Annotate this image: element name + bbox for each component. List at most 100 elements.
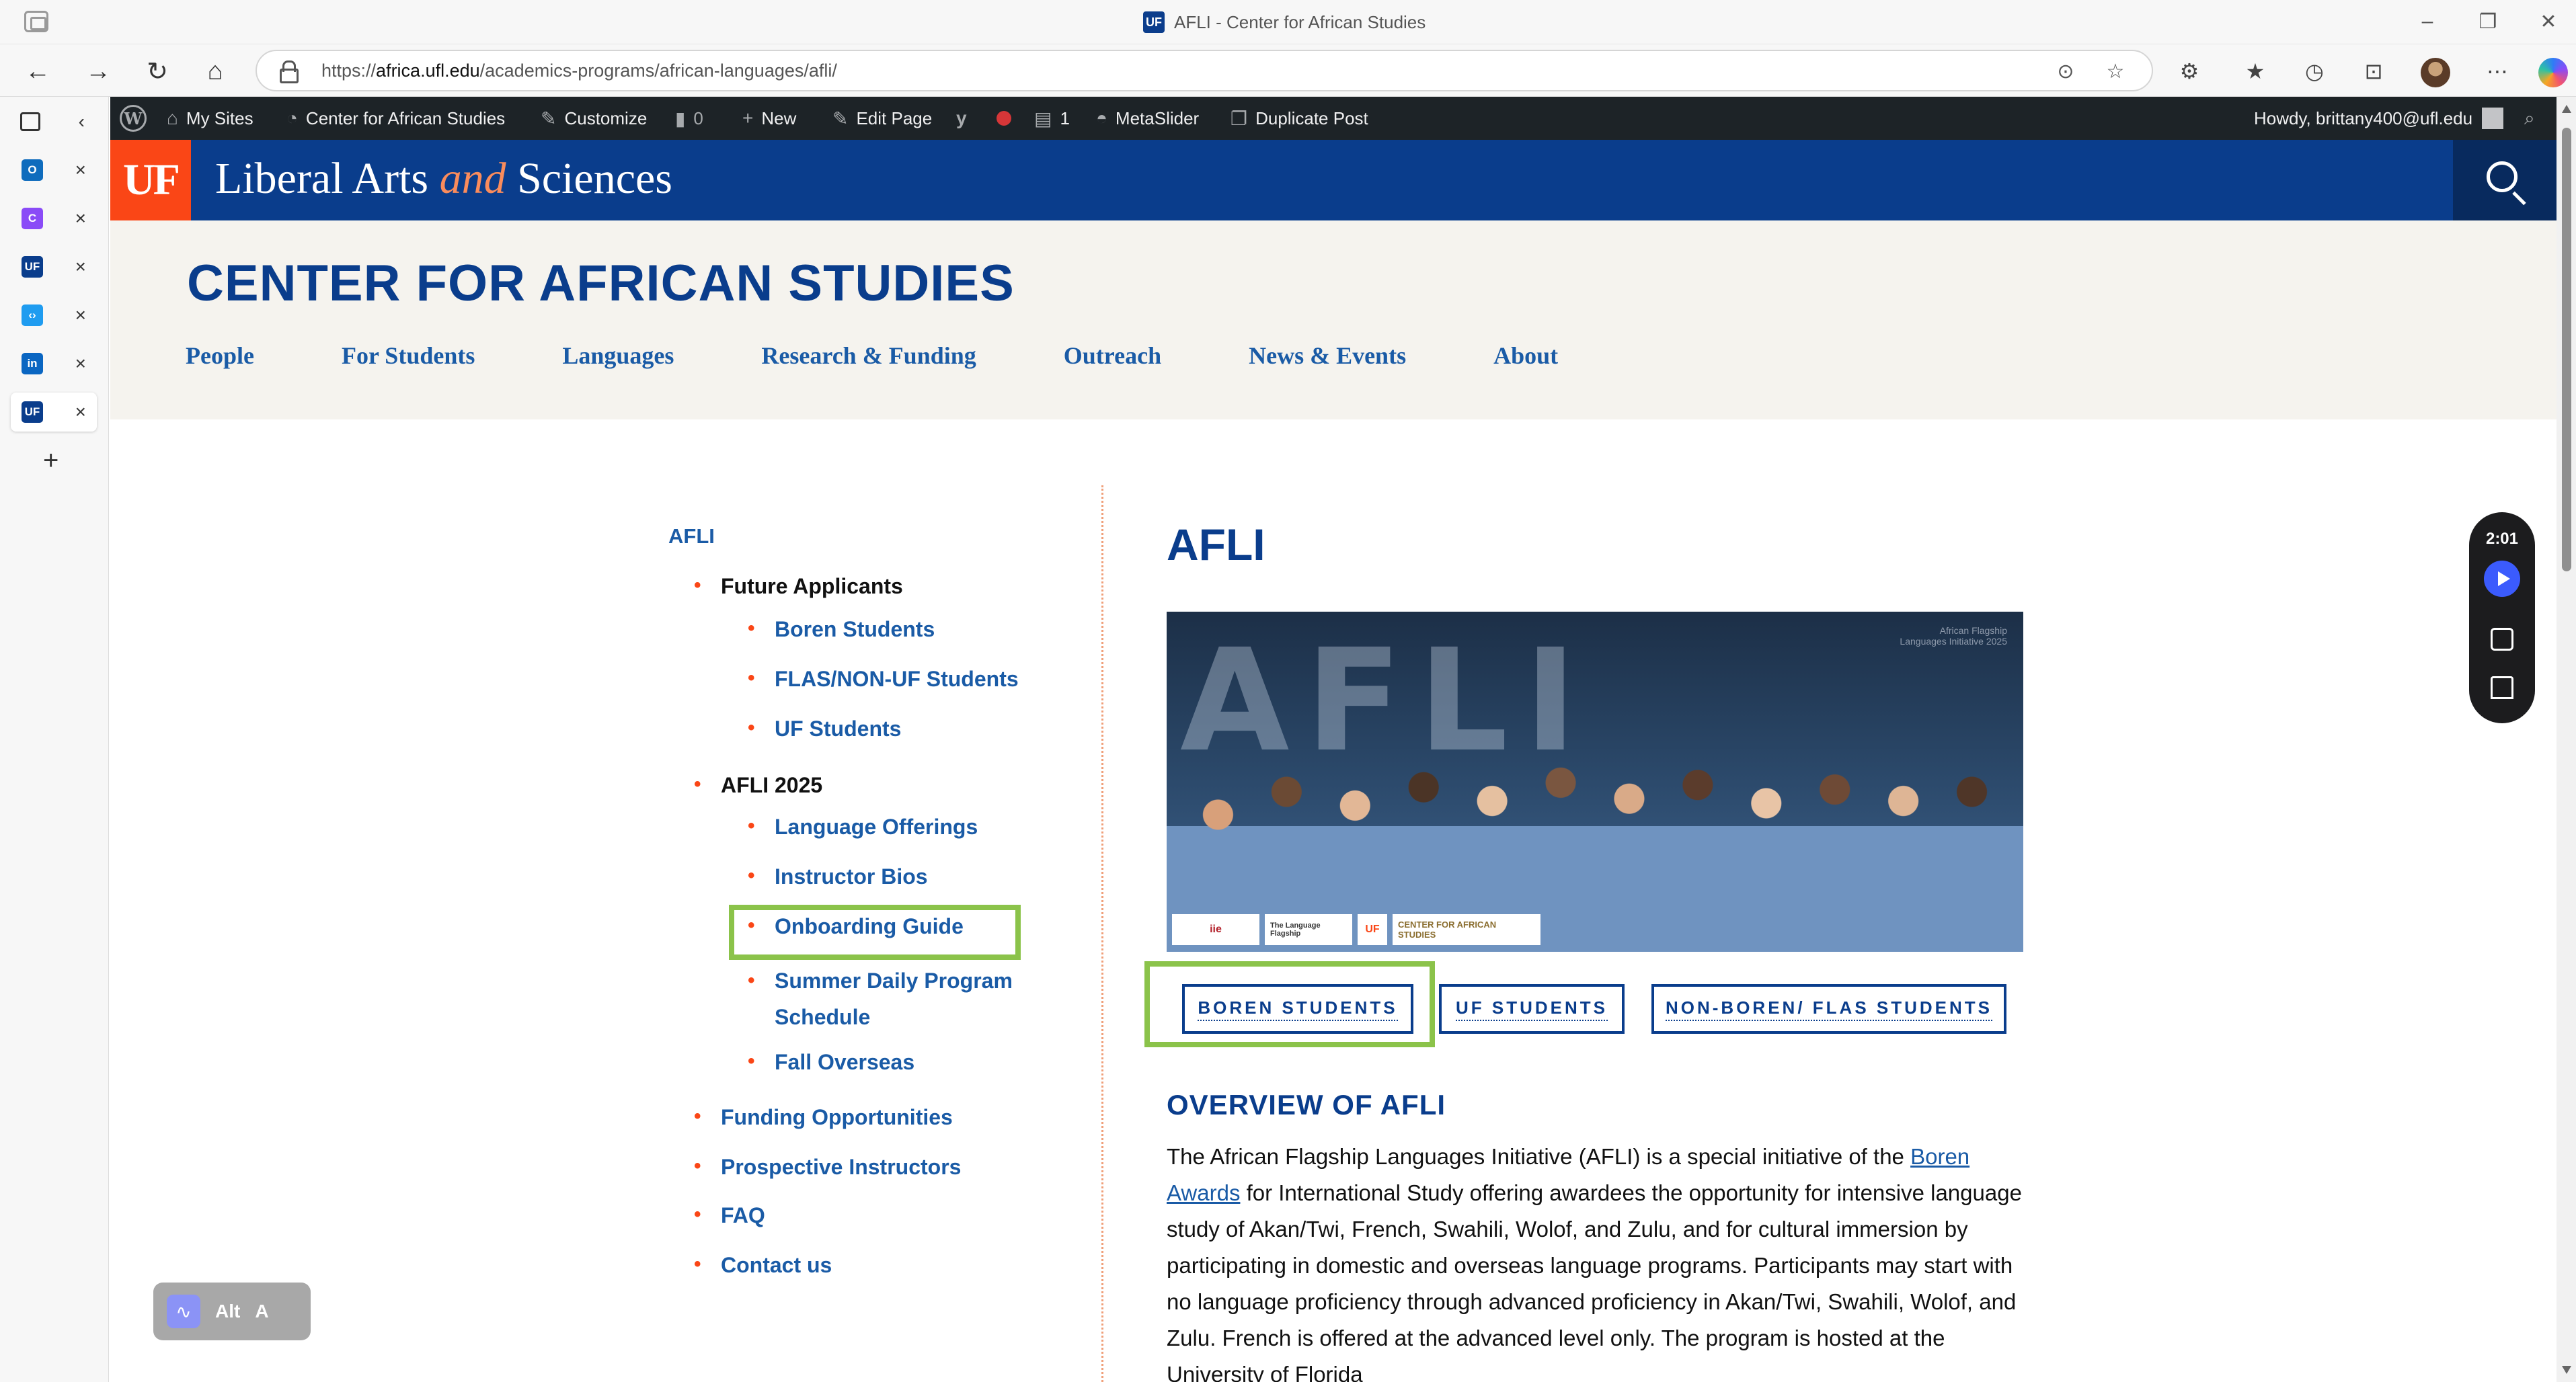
non-boren-flas-button[interactable]: NON-BOREN/ FLAS STUDENTS [1651,984,2006,1034]
wp-admin-bar: W ⌂ My Sites ◔ Center for African Studies … [110,97,2557,140]
close-tab-icon[interactable]: × [75,208,86,229]
forward-icon[interactable]: → [79,52,117,90]
minimize-icon[interactable]: – [2401,5,2454,38]
nav-people[interactable]: People [186,341,254,370]
sidebar-item-language-offerings[interactable]: • Language Offerings [748,815,978,840]
extensions-icon[interactable]: ⚙ [2173,56,2206,86]
restore-icon[interactable]: ❐ [2461,5,2515,38]
sidebar-item-afli-2025[interactable]: • AFLI 2025 [694,773,822,798]
sidebar-item-contact[interactable]: • Contact us [694,1253,832,1278]
sidebar-item-afli[interactable]: AFLI [668,524,715,548]
customize-link[interactable]: ✎ Customize [541,97,647,140]
page-scrollbar[interactable] [2557,97,2576,1382]
tab-sidebar-icon[interactable] [20,112,40,131]
close-tab-icon[interactable]: × [75,304,86,326]
my-sites-link[interactable]: ⌂ My Sites [167,97,253,140]
nav-outreach[interactable]: Outreach [1064,341,1161,370]
read-aloud-icon[interactable]: ⊙ [2052,59,2079,83]
sidebar-item-fall-overseas[interactable]: • Fall Overseas [748,1050,914,1075]
history-icon[interactable]: ◷ [2298,56,2331,86]
close-tab-icon[interactable]: × [75,159,86,181]
nav-news-events[interactable]: News & Events [1249,341,1406,370]
yoast-icon[interactable]: y [956,97,975,140]
sites-icon: ⌂ [167,108,178,128]
tab-actions-row: ‹ [11,102,97,141]
uf-icon: UF [22,401,43,423]
highlight-boren-button [1144,961,1435,1047]
close-tab-icon[interactable]: × [75,401,86,423]
back-icon[interactable]: ← [19,52,56,90]
tab-item[interactable]: ‹› × [11,296,97,335]
play-icon[interactable] [2484,561,2520,597]
copilot-icon[interactable] [2538,58,2568,87]
sidebar-item-prospective-instructors[interactable]: • Prospective Instructors [694,1155,961,1180]
seo-status-dot[interactable] [997,97,1011,140]
favorite-star-icon[interactable]: ☆ [2102,59,2129,83]
account-menu[interactable]: Howdy, brittany400@ufl.edu [2254,97,2504,140]
bookmark-add-icon[interactable] [2491,676,2513,699]
close-tab-icon[interactable]: × [75,256,86,278]
overview-heading: OVERVIEW OF AFLI [1167,1089,1446,1121]
scrollbar-thumb[interactable] [2562,128,2571,571]
url-text[interactable]: https://africa.ufl.edu/academics-program… [321,60,837,81]
profile-avatar[interactable] [2421,58,2450,87]
admin-search-icon[interactable]: ⌕ [2524,97,2543,140]
wp-logo-icon[interactable]: W [120,97,147,140]
edit-page-link[interactable]: ✎ Edit Page [832,97,932,140]
alt-text-button[interactable]: Alt [215,1301,240,1322]
uf-logo[interactable]: UF [110,140,191,220]
tab-item[interactable]: in × [11,344,97,383]
scroll-up-icon[interactable] [2562,105,2571,113]
workspaces-icon[interactable] [24,11,48,32]
new-link[interactable]: + New [742,97,796,140]
address-bar[interactable]: https://africa.ufl.edu/academics-program… [256,50,2153,91]
screenshot-icon[interactable]: ⊡ [2357,56,2390,86]
recording-timer: 2:01 [2485,530,2519,548]
uf-students-button[interactable]: UF STUDENTS [1439,984,1625,1034]
metaslider-link[interactable]: ◓ MetaSlider [1096,97,1199,140]
sidebar-item-funding[interactable]: • Funding Opportunities [694,1105,953,1130]
sidebar-item-summer-schedule[interactable]: • Summer Daily Program Schedule [748,963,1013,1035]
sidebar-item-boren[interactable]: • Boren Students [748,617,935,642]
plus-icon[interactable]: + [43,446,58,476]
lock-icon[interactable] [280,60,299,83]
reload-icon[interactable]: ↻ [139,52,176,90]
updates-icon: ▤ [1034,108,1052,129]
sidebar-item-future-applicants[interactable]: • Future Applicants [694,574,903,599]
voice-wave-icon[interactable]: ∿ [167,1295,200,1328]
favorites-icon[interactable]: ★ [2239,56,2271,86]
tab-item-active[interactable]: UF × [11,393,97,432]
tab-item[interactable]: UF × [11,247,97,286]
accessibility-toolbar: ∿ Alt A [153,1283,311,1340]
duplicate-post-link[interactable]: ❐ Duplicate Post [1231,97,1368,140]
site-name-link[interactable]: ◔ Center for African Studies [286,97,505,140]
nav-for-students[interactable]: For Students [342,341,475,370]
college-name[interactable]: Liberal Arts and Sciences [215,153,672,204]
site-title[interactable]: CENTER FOR AFRICAN STUDIES [187,254,1015,313]
new-tab-button[interactable]: + [11,441,97,480]
scroll-down-icon[interactable] [2562,1366,2571,1374]
capture-icon[interactable] [2491,628,2513,651]
more-menu-icon[interactable]: ⋯ [2481,56,2513,86]
sidebar-item-faq[interactable]: • FAQ [694,1203,765,1228]
tab-item[interactable]: C × [11,199,97,238]
nav-about[interactable]: About [1493,341,1558,370]
sidebar-item-uf-students[interactable]: • UF Students [748,717,901,741]
nav-languages[interactable]: Languages [562,341,674,370]
text-size-button[interactable]: A [255,1301,268,1322]
close-window-icon[interactable]: ✕ [2522,5,2575,38]
tab-item[interactable]: O × [11,151,97,190]
close-tab-icon[interactable]: × [75,353,86,374]
nav-research-funding[interactable]: Research & Funding [761,341,976,370]
sidebar-item-flas[interactable]: • FLAS/NON-UF Students [748,667,1019,692]
copilot-tab-icon: C [22,208,43,229]
page-title: AFLI [1167,520,1265,569]
collapse-tabs-icon[interactable]: ‹ [79,111,85,132]
updates-link[interactable]: ▤ 1 [1034,97,1070,140]
home-icon[interactable]: ⌂ [196,52,234,90]
content-divider [1101,485,1103,1382]
site-search-button[interactable] [2453,140,2557,220]
sidebar-item-instructor-bios[interactable]: • Instructor Bios [748,864,928,889]
comments-link[interactable]: ▮ 0 [675,97,703,140]
main-nav: People For Students Languages Research &… [186,341,1558,370]
